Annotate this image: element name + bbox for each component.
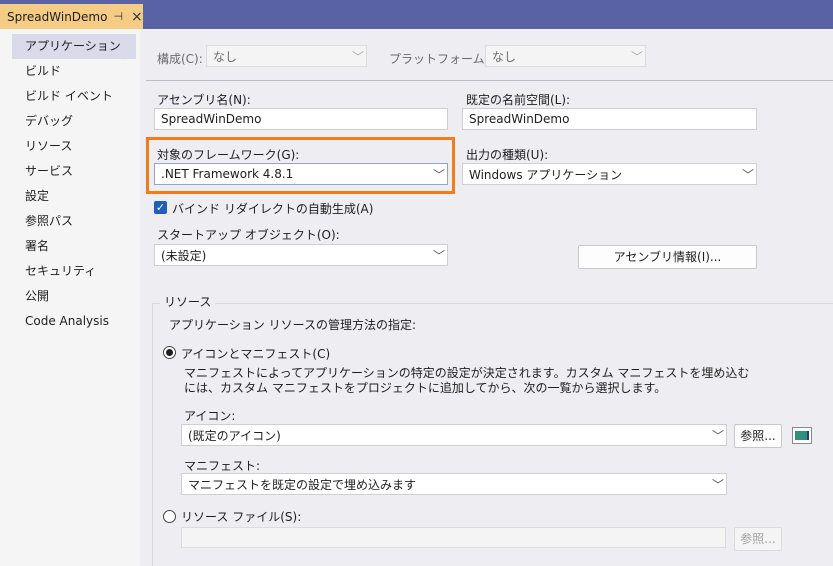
default-namespace-label: 既定の名前空間(L):	[466, 93, 571, 107]
platform-select[interactable]: なし ﹀	[485, 45, 646, 67]
close-icon[interactable]: ×	[131, 10, 143, 24]
chevron-down-icon: ﹀	[741, 167, 754, 182]
output-type-label: 出力の種類(U):	[466, 148, 549, 162]
config-value: なし	[213, 49, 238, 64]
icon-label: アイコン:	[184, 409, 236, 423]
chevron-down-icon: ﹀	[351, 49, 364, 64]
pin-icon[interactable]: ⊣	[113, 10, 123, 23]
manifest-label: マニフェスト:	[184, 459, 261, 473]
resource-file-label: リソース ファイル(S):	[181, 510, 302, 524]
assembly-name-label: アセンブリ名(N):	[157, 93, 251, 107]
icon-browse-button[interactable]: 参照...	[734, 424, 782, 448]
chevron-down-icon: ﹀	[432, 248, 445, 263]
sidebar-item-publish[interactable]: 公開	[12, 284, 136, 309]
manifest-description: マニフェストによってアプリケーションの特定の設定が決定されます。カスタム マニフ…	[184, 366, 750, 395]
default-namespace-input[interactable]: SpreadWinDemo	[462, 108, 757, 130]
selected-item-pointer	[124, 34, 136, 60]
chevron-down-icon: ﹀	[711, 428, 724, 443]
icon-value: (既定のアイコン)	[188, 428, 281, 443]
chevron-down-icon: ﹀	[711, 477, 724, 492]
icon-manifest-label: アイコンとマニフェスト(C)	[181, 347, 331, 361]
sidebar-item-security[interactable]: セキュリティ	[12, 259, 136, 284]
chevron-down-icon: ﹀	[630, 49, 643, 64]
binding-redirect-label: バインド リダイレクトの自動生成(A)	[172, 202, 374, 216]
assembly-name-input[interactable]: SpreadWinDemo	[154, 108, 448, 130]
resources-group-title: リソース	[160, 293, 216, 310]
manifest-value: マニフェストを既定の設定で埋め込みます	[188, 477, 417, 492]
sidebar-item-settings[interactable]: 設定	[12, 184, 136, 209]
output-type-select[interactable]: Windows アプリケーション ﹀	[462, 163, 757, 185]
config-select[interactable]: なし ﹀	[206, 45, 367, 67]
icon-select[interactable]: (既定のアイコン) ﹀	[181, 424, 727, 446]
config-label: 構成(C):	[157, 52, 203, 66]
binding-redirect-checkbox[interactable]: ✓	[154, 201, 167, 214]
sidebar: アプリケーション ビルド ビルド イベント デバッグ リソース サービス 設定 …	[0, 29, 140, 566]
app-icon-preview-icon	[792, 427, 812, 444]
resource-file-radio[interactable]	[163, 510, 176, 523]
manifest-select[interactable]: マニフェストを既定の設定で埋め込みます ﹀	[181, 473, 727, 495]
startup-object-select[interactable]: (未設定) ﹀	[154, 244, 448, 266]
platform-value: なし	[492, 49, 517, 64]
document-tab[interactable]: SpreadWinDemo ⊣ ×	[0, 4, 143, 29]
resource-file-browse-button[interactable]: 参照...	[734, 527, 782, 551]
sidebar-item-reference-paths[interactable]: 参照パス	[12, 209, 136, 234]
sidebar-item-resources[interactable]: リソース	[12, 134, 136, 159]
sidebar-item-services[interactable]: サービス	[12, 159, 136, 184]
sidebar-item-code-analysis[interactable]: Code Analysis	[12, 309, 136, 334]
output-type-value: Windows アプリケーション	[469, 167, 623, 182]
separator	[146, 80, 833, 81]
sidebar-item-debug[interactable]: デバッグ	[12, 109, 136, 134]
sidebar-item-build-events[interactable]: ビルド イベント	[12, 84, 136, 109]
sidebar-item-build[interactable]: ビルド	[12, 59, 136, 84]
sidebar-item-application[interactable]: アプリケーション	[12, 34, 136, 59]
tab-title: SpreadWinDemo	[7, 9, 108, 24]
resources-instruction: アプリケーション リソースの管理方法の指定:	[169, 318, 417, 332]
sidebar-item-signing[interactable]: 署名	[12, 234, 136, 259]
startup-object-label: スタートアップ オブジェクト(O):	[157, 228, 340, 242]
resource-file-input[interactable]	[181, 527, 726, 548]
startup-object-value: (未設定)	[161, 248, 207, 263]
framework-highlight-box	[146, 137, 455, 194]
icon-manifest-radio[interactable]	[163, 346, 176, 359]
assembly-info-button[interactable]: アセンブリ情報(I)...	[578, 245, 757, 269]
